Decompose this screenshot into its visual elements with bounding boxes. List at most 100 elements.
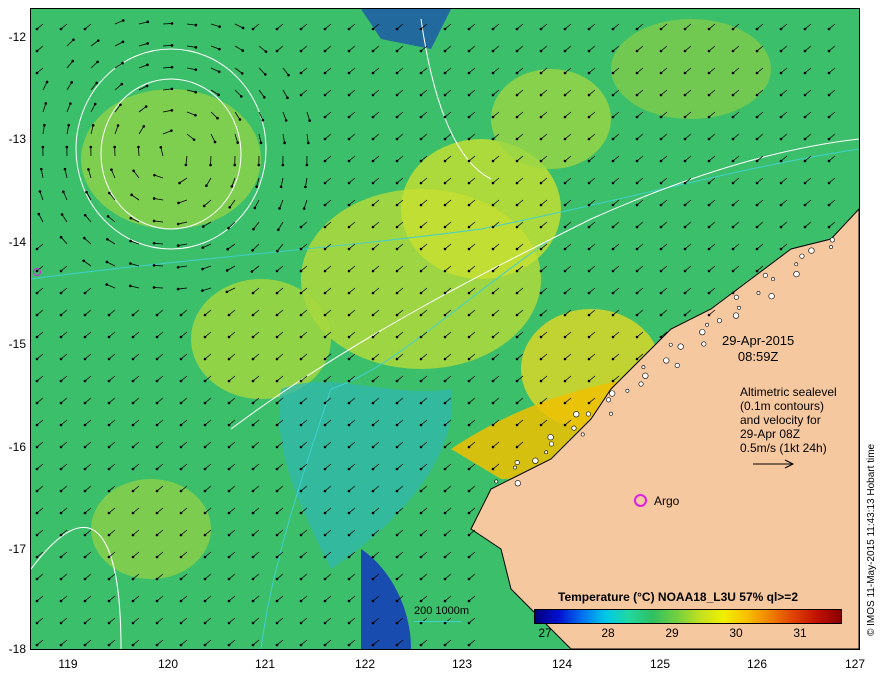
velocity-arrow-head <box>539 71 543 75</box>
velocity-arrow-head <box>40 167 43 171</box>
velocity-arrow-head <box>107 555 111 559</box>
coastal-island <box>514 460 520 466</box>
velocity-arrow-head <box>323 621 327 625</box>
velocity-arrow-head <box>467 599 471 603</box>
velocity-arrow-head <box>659 291 663 295</box>
velocity-arrow-head <box>611 313 615 317</box>
velocity-arrow-head <box>563 115 567 119</box>
velocity-arrow-head <box>323 49 327 53</box>
velocity-arrow-head <box>347 379 351 383</box>
velocity-arrow-head <box>779 49 783 53</box>
velocity-arrow-head <box>491 49 495 53</box>
velocity-arrow-head <box>83 401 87 405</box>
velocity-arrow-head <box>515 71 519 75</box>
velocity-arrow-head <box>227 423 231 427</box>
velocity-arrow-head <box>371 401 375 405</box>
velocity-arrow-head <box>803 159 807 163</box>
velocity-arrow-head <box>515 313 519 317</box>
velocity-arrow-head <box>419 621 423 625</box>
velocity-arrow-head <box>539 269 543 273</box>
velocity-arrow-head <box>515 159 519 163</box>
velocity-arrow-head <box>216 116 219 120</box>
velocity-arrow-head <box>755 93 759 97</box>
velocity-arrow-head <box>251 291 255 295</box>
velocity-arrow-head <box>35 533 39 537</box>
velocity-arrow-head <box>587 203 591 207</box>
velocity-arrow-head <box>347 423 351 427</box>
velocity-arrow-head <box>683 93 687 97</box>
velocity-arrow-head <box>611 159 615 163</box>
velocity-arrow-head <box>395 115 399 119</box>
velocity-arrow-head <box>227 555 231 559</box>
credit-text: © IMOS 11-May-2015 11:43:13 Hobart time <box>866 443 877 636</box>
velocity-arrow-head <box>611 335 615 339</box>
velocity-arrow-head <box>155 577 159 581</box>
velocity-arrow-head <box>35 643 39 647</box>
velocity-arrow-head <box>659 27 663 31</box>
velocity-arrow-head <box>275 577 279 581</box>
velocity-arrow-head <box>683 247 687 251</box>
coastal-island <box>716 318 722 324</box>
velocity-arrow-head <box>179 357 183 361</box>
velocity-arrow-head <box>491 181 495 185</box>
velocity-arrow-head <box>299 379 303 383</box>
velocity-arrow-head <box>515 423 519 427</box>
velocity-arrow-head <box>227 599 231 603</box>
altimetry-line: and velocity for <box>740 413 821 427</box>
date-block: 29-Apr-2015 08:59Z <box>722 333 794 365</box>
map-time: 08:59Z <box>737 349 779 364</box>
velocity-arrow-head <box>491 423 495 427</box>
velocity-arrow-head <box>233 163 237 167</box>
velocity-arrow-head <box>539 247 543 251</box>
velocity-arrow-head <box>635 71 639 75</box>
velocity-arrow-head <box>515 357 519 361</box>
altimetry-line: 29-Apr 08Z <box>740 427 801 441</box>
velocity-arrow-head <box>299 93 303 97</box>
velocity-arrow-head <box>241 49 245 52</box>
lon-tick: 119 <box>58 657 78 671</box>
velocity-arrow-head <box>587 313 591 317</box>
velocity-arrow-head <box>395 291 399 295</box>
velocity-arrow-head <box>587 159 591 163</box>
velocity-arrow-head <box>131 379 135 383</box>
velocity-arrow-head <box>707 159 711 163</box>
velocity-arrow-head <box>146 42 149 45</box>
velocity-arrow-head <box>299 621 303 625</box>
coastal-island <box>638 381 644 387</box>
velocity-arrow-head <box>194 68 198 71</box>
velocity-arrow-head <box>443 577 447 581</box>
velocity-arrow-head <box>299 357 303 361</box>
velocity-arrow-head <box>371 93 375 97</box>
velocity-arrow-head <box>347 93 351 97</box>
velocity-arrow-head <box>491 115 495 119</box>
velocity-arrow-head <box>659 71 663 75</box>
velocity-arrow-head <box>35 423 39 427</box>
velocity-arrow-head <box>563 291 567 295</box>
velocity-arrow-head <box>467 247 471 251</box>
lat-tick: -16 <box>8 440 26 454</box>
velocity-arrow-head <box>467 621 471 625</box>
coastal-island <box>733 294 739 300</box>
velocity-arrow-head <box>120 82 124 86</box>
velocity-arrow-head <box>395 577 399 581</box>
velocity-arrow-head <box>419 423 423 427</box>
velocity-arrow-head <box>72 38 75 42</box>
coastal-island <box>494 479 499 484</box>
coastal-island <box>668 342 673 347</box>
velocity-arrow-head <box>35 467 39 471</box>
velocity-arrow-head <box>227 577 231 581</box>
velocity-arrow-head <box>170 22 174 25</box>
velocity-arrow-head <box>491 27 495 31</box>
argo-marker <box>634 494 647 507</box>
velocity-arrow-head <box>659 159 663 163</box>
velocity-arrow-head <box>467 291 471 295</box>
velocity-arrow-head <box>302 207 306 210</box>
velocity-arrow-head <box>443 159 447 163</box>
coastal-island <box>609 390 616 397</box>
velocity-arrow-head <box>467 357 471 361</box>
velocity-arrow-head <box>217 93 220 97</box>
velocity-arrow-head <box>395 489 399 493</box>
velocity-arrow-head <box>539 401 543 405</box>
velocity-arrow-head <box>251 313 255 317</box>
velocity-arrow-head <box>443 247 447 251</box>
